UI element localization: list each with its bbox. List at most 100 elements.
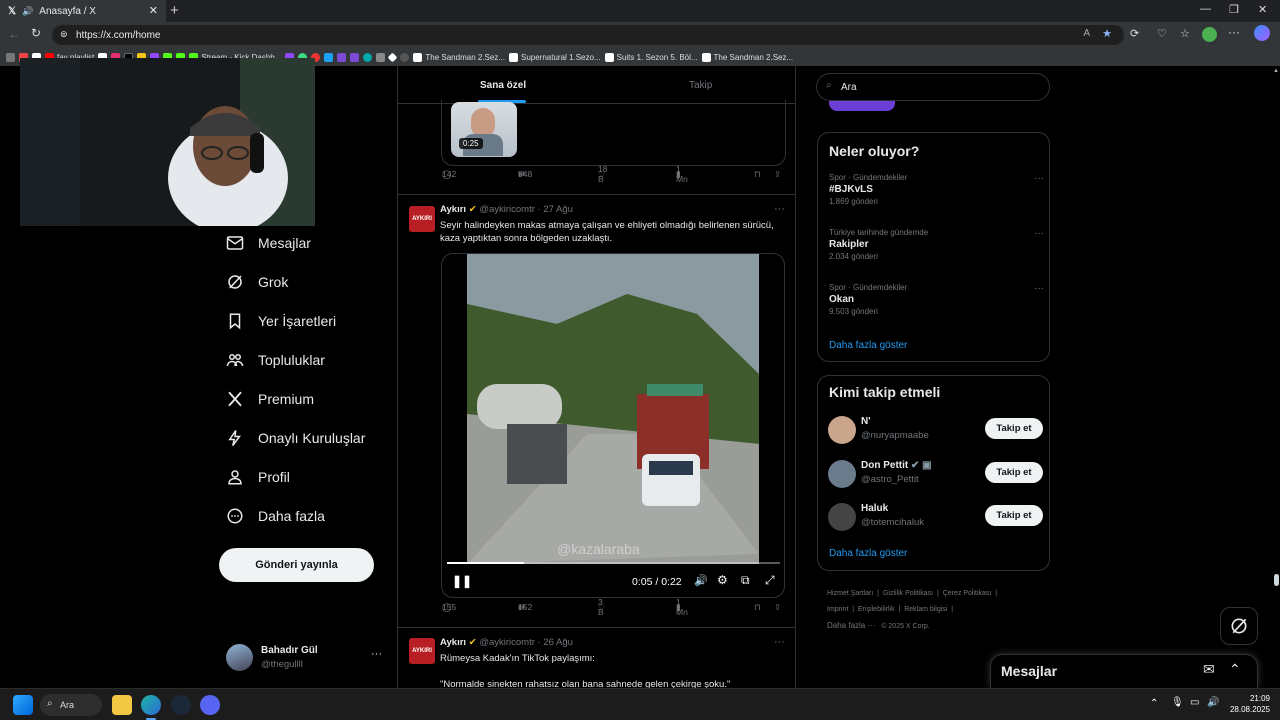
follow-button[interactable]: Takip et <box>985 505 1043 526</box>
bookmark-icon[interactable] <box>6 52 15 62</box>
new-message-icon[interactable]: ✉ <box>1203 661 1215 678</box>
copilot-icon[interactable] <box>1254 25 1270 41</box>
favorites-icon[interactable]: ☆ <box>1180 27 1190 40</box>
page-scrollbar[interactable]: ▲ <box>1272 66 1280 688</box>
profile-avatar[interactable] <box>1202 27 1217 42</box>
steam-icon[interactable] <box>171 695 191 715</box>
menu-dots-icon[interactable]: ··· <box>1228 25 1240 39</box>
more-dots-icon[interactable]: ··· <box>774 636 785 648</box>
scrollbar-thumb[interactable] <box>1274 574 1279 586</box>
avatar[interactable] <box>828 416 856 444</box>
nav-profile[interactable]: Profil <box>226 468 290 486</box>
video-thumbnail[interactable]: 0:25 <box>451 102 517 157</box>
browser-essentials-icon[interactable]: ♡ <box>1157 27 1167 40</box>
more-dots-icon[interactable]: ··· <box>1034 173 1044 184</box>
avatar[interactable] <box>828 460 856 488</box>
speaker-icon[interactable]: 🔊 <box>22 6 33 17</box>
volume-icon[interactable]: 🔊 <box>694 574 708 587</box>
footer-link[interactable]: Imprint <box>827 606 848 613</box>
extensions-icon[interactable]: ⟳ <box>1130 27 1139 40</box>
nav-premium[interactable]: Premium <box>226 390 314 408</box>
footer-more-link[interactable]: Daha fazla ··· <box>827 621 875 630</box>
follow-button[interactable]: Takip et <box>985 462 1043 483</box>
bookmark-item[interactable]: The Sandman 2.Sez... <box>413 52 505 62</box>
tweet-handle[interactable]: @aykiricomtr <box>479 637 535 648</box>
reload-icon[interactable]: ↻ <box>31 26 41 40</box>
speaker-icon[interactable]: 🔊 <box>1207 697 1219 708</box>
more-dots-icon[interactable]: ··· <box>1034 228 1044 239</box>
settings-gear-icon[interactable]: ⚙ <box>717 573 728 587</box>
bookmark-item[interactable]: Suits 1. Sezon 5. Böl... <box>604 52 698 62</box>
footer-link[interactable]: Erişilebilirlik <box>858 606 895 613</box>
bookmark-icon[interactable] <box>363 52 373 62</box>
favorite-star-icon[interactable]: ★ <box>1102 27 1112 40</box>
messages-drawer[interactable]: Mesajlar ✉ ⌃ <box>990 654 1258 688</box>
tab-following[interactable]: Takip <box>689 80 712 91</box>
trend-item[interactable]: Spor · Gündemdekiler #BJKvLS 1.869 gönde… <box>829 173 1044 206</box>
windows-start-icon[interactable] <box>13 695 33 715</box>
video-player[interactable]: @kazalaraba ❚❚ 0:05 / 0:22 🔊 ⚙ ⧉ ⤢ <box>441 253 785 598</box>
new-tab-icon[interactable]: + <box>170 2 179 19</box>
premium-button[interactable] <box>829 101 895 111</box>
footer-link[interactable]: Reklam bilgisi <box>904 606 947 613</box>
search-input[interactable]: ⌕ Ara <box>816 73 1050 101</box>
avatar[interactable]: AYKIRI <box>409 638 435 664</box>
tweet-date[interactable]: · 26 Ağu <box>538 637 573 648</box>
close-window-icon[interactable]: ✕ <box>1258 3 1267 16</box>
footer-link[interactable]: Çerez Politikası <box>943 590 992 597</box>
tweet-author-name[interactable]: Aykırı <box>440 204 466 215</box>
nav-more[interactable]: Daha fazla <box>226 507 325 525</box>
who-show-more[interactable]: Daha fazla göster <box>829 548 907 559</box>
minimize-icon[interactable]: — <box>1200 3 1211 15</box>
bookmark-icon[interactable] <box>350 52 360 62</box>
footer-link[interactable]: Hizmet Şartları <box>827 590 873 597</box>
more-dots-icon[interactable]: ··· <box>1034 283 1044 294</box>
more-dots-icon[interactable]: ··· <box>774 203 785 215</box>
close-tab-icon[interactable]: ✕ <box>149 4 158 17</box>
nav-messages[interactable]: Mesajlar <box>226 234 311 252</box>
video-progress-track[interactable] <box>447 562 780 564</box>
site-info-icon[interactable]: ⊜ <box>60 29 68 40</box>
nav-verified-orgs[interactable]: Onaylı Kuruluşlar <box>226 429 365 447</box>
nav-bookmarks[interactable]: Yer İşaretleri <box>226 312 336 330</box>
bookmark-item[interactable]: Supernatural 1.Sezo... <box>509 52 601 62</box>
trends-show-more[interactable]: Daha fazla göster <box>829 340 907 351</box>
pause-icon[interactable]: ❚❚ <box>452 574 472 588</box>
trend-item[interactable]: Spor · Gündemdekiler Okan 9.503 gönderi … <box>829 283 1044 316</box>
microphone-icon[interactable]: 🎙 <box>1171 697 1184 708</box>
more-dots-icon[interactable]: ··· <box>371 648 382 660</box>
grok-floating-button[interactable] <box>1220 607 1258 645</box>
follow-suggestion[interactable]: Don Pettit ✔ ▣ @astro_Pettit Takip et <box>828 460 1043 490</box>
bookmark-icon[interactable] <box>324 52 334 62</box>
bookmark-icon[interactable] <box>337 52 347 62</box>
tab-for-you[interactable]: Sana özel <box>480 80 526 91</box>
expand-chevron-icon[interactable]: ⌃ <box>1229 661 1241 678</box>
trend-item[interactable]: Türkiye tarihinde gündemde Rakipler 2.03… <box>829 228 1044 261</box>
taskbar-search[interactable]: ⌕ Ara <box>40 694 102 716</box>
read-aloud-icon[interactable]: A <box>1083 28 1090 39</box>
network-icon[interactable]: ▭ <box>1190 697 1199 708</box>
previous-media-card[interactable]: 0:25 <box>441 100 786 166</box>
tweet-handle[interactable]: @aykiricomtr <box>479 204 535 215</box>
nav-grok[interactable]: Grok <box>226 273 288 291</box>
follow-suggestion[interactable]: Haluk @totemcihaluk Takip et <box>828 503 1043 533</box>
bookmark-item[interactable]: The Sandman 2.Sez... <box>701 52 793 62</box>
file-explorer-icon[interactable] <box>112 695 132 715</box>
tray-chevron-icon[interactable]: ⌃ <box>1150 698 1158 709</box>
taskbar-clock[interactable]: 21:09 28.08.2025 <box>1230 693 1270 715</box>
maximize-icon[interactable]: ❐ <box>1229 3 1239 16</box>
pip-icon[interactable]: ⧉ <box>741 573 750 588</box>
nav-communities[interactable]: Topluluklar <box>226 351 325 369</box>
avatar[interactable] <box>828 503 856 531</box>
follow-suggestion[interactable]: N' @nuryapmaabe Takip et <box>828 416 1043 446</box>
footer-link[interactable]: Gizlilik Politikası <box>883 590 933 597</box>
bookmark-icon[interactable] <box>400 52 410 62</box>
post-button[interactable]: Gönderi yayınla <box>219 548 374 582</box>
discord-icon[interactable] <box>200 695 220 715</box>
fullscreen-icon[interactable]: ⤢ <box>765 573 775 588</box>
back-icon[interactable]: ← <box>8 27 20 41</box>
follow-button[interactable]: Takip et <box>985 418 1043 439</box>
account-switcher[interactable]: Bahadır Gül @thegullll ··· <box>226 642 386 672</box>
browser-tab[interactable]: 𝕏 🔊 Anasayfa / X ✕ <box>0 0 166 22</box>
edge-browser-icon[interactable] <box>141 695 161 715</box>
